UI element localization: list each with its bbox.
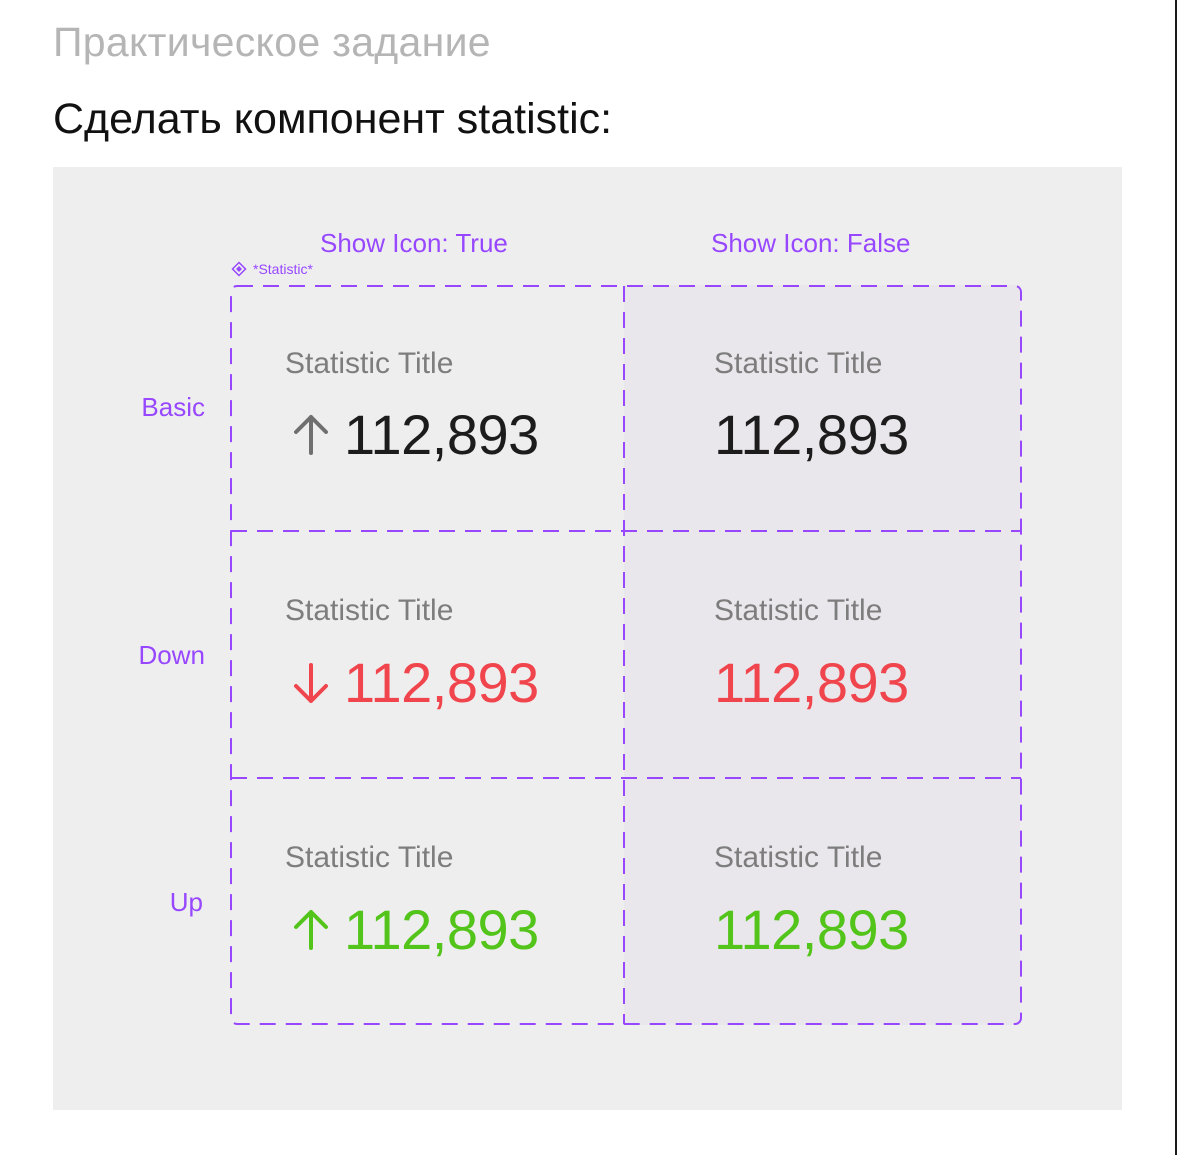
statistic-value: 112,893 xyxy=(714,651,909,714)
statistic-value-row: 112,893 xyxy=(714,898,909,962)
statistic-title: Statistic Title xyxy=(714,841,883,874)
statistic-down-with-icon[interactable]: Statistic Title 112,893 xyxy=(230,531,626,777)
component-set-tag[interactable]: *Statistic* xyxy=(231,260,313,278)
statistic-value: 112,893 xyxy=(344,898,539,961)
statistic-value-row: 112,893 xyxy=(288,898,539,962)
statistic-value: 112,893 xyxy=(714,898,909,961)
design-canvas: Show Icon: True Show Icon: False *Statis… xyxy=(53,167,1122,1110)
statistic-up-with-icon[interactable]: Statistic Title 112,893 xyxy=(230,778,626,1024)
statistic-title: Statistic Title xyxy=(285,594,454,627)
component-set-icon xyxy=(231,261,247,277)
statistic-down-no-icon[interactable]: Statistic Title 112,893 xyxy=(624,531,1020,777)
row-label-up: Up xyxy=(169,887,203,917)
statistic-title: Statistic Title xyxy=(285,841,454,874)
statistic-value-row: 112,893 xyxy=(714,651,909,715)
statistic-basic-with-icon[interactable]: Statistic Title 112,893 xyxy=(230,285,626,531)
statistic-title: Statistic Title xyxy=(285,347,454,380)
statistic-title: Statistic Title xyxy=(714,594,883,627)
arrow-down-icon xyxy=(294,663,328,703)
statistic-basic-no-icon[interactable]: Statistic Title 112,893 xyxy=(624,285,1020,531)
statistic-value: 112,893 xyxy=(714,403,909,466)
component-set-name: *Statistic* xyxy=(253,261,313,277)
statistic-up-no-icon[interactable]: Statistic Title 112,893 xyxy=(624,778,1020,1024)
statistic-value-row: 112,893 xyxy=(288,403,539,467)
arrow-up-icon xyxy=(294,415,328,455)
page-subtitle: Практическое задание xyxy=(53,19,491,65)
statistic-value: 112,893 xyxy=(344,651,539,714)
row-label-down: Down xyxy=(138,640,205,670)
statistic-title: Statistic Title xyxy=(714,347,883,380)
window-edge xyxy=(1175,0,1177,1155)
statistic-value-row: 112,893 xyxy=(288,651,539,715)
arrow-up-icon xyxy=(294,910,328,950)
statistic-component-set[interactable]: Statistic Title 112,893 Statistic Title … xyxy=(230,285,1022,1025)
statistic-value: 112,893 xyxy=(344,403,539,466)
page-title: Сделать компонент statistic: xyxy=(53,95,613,143)
column-label-show-icon-true: Show Icon: True xyxy=(320,228,508,258)
row-label-basic: Basic xyxy=(141,392,205,422)
statistic-value-row: 112,893 xyxy=(714,403,909,467)
column-label-show-icon-false: Show Icon: False xyxy=(711,228,911,258)
